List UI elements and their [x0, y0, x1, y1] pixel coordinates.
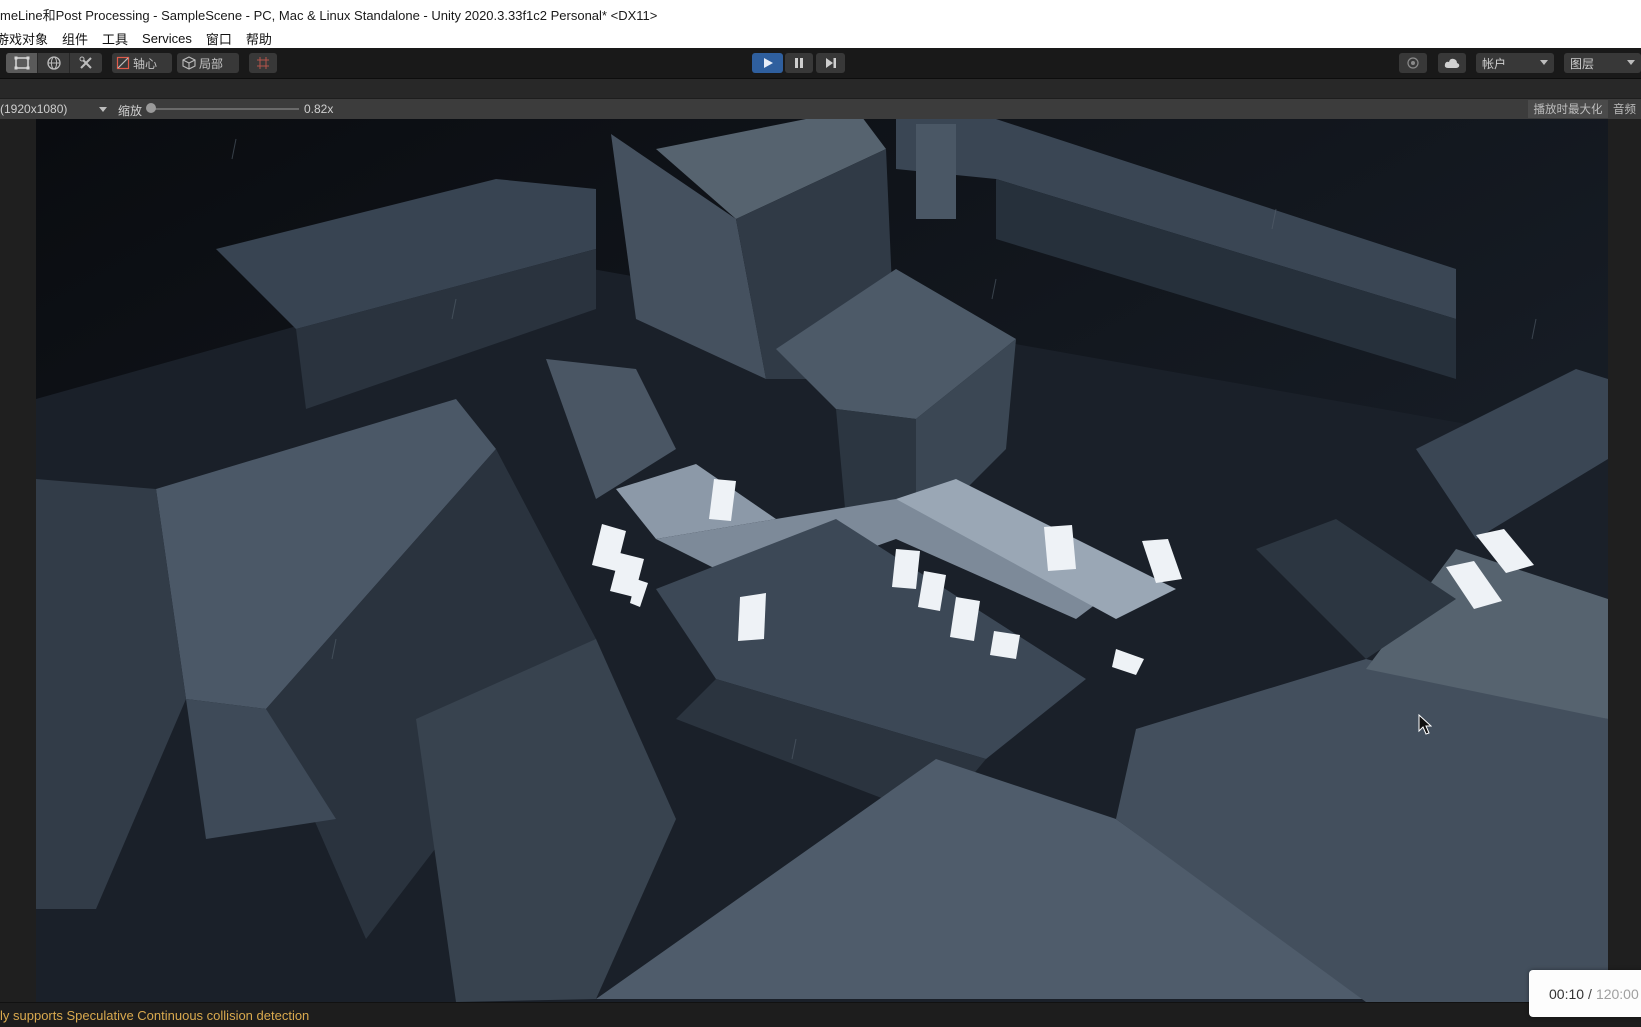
account-dropdown[interactable]: 帐户 — [1476, 53, 1554, 73]
timer-separator: / — [1588, 985, 1592, 1002]
play-icon — [763, 58, 773, 68]
menu-component[interactable]: 组件 — [62, 29, 96, 48]
game-render-view[interactable] — [36, 119, 1608, 1002]
wrench-icon — [79, 56, 92, 69]
local-toggle-button[interactable]: 局部 — [177, 53, 239, 73]
local-cube-icon — [182, 56, 196, 70]
menu-gameobject[interactable]: 游戏对象 — [0, 29, 56, 48]
window-title: meLine和Post Processing - SampleScene - P… — [0, 7, 658, 23]
chevron-down-icon — [1627, 60, 1635, 65]
account-label: 帐户 — [1482, 56, 1507, 71]
menu-tools[interactable]: 工具 — [102, 29, 136, 48]
resolution-dropdown[interactable]: (1920x1080) — [0, 99, 110, 119]
mute-audio-toggle[interactable]: 音频 — [1611, 100, 1641, 118]
scale-slider-track[interactable] — [151, 108, 299, 110]
recording-timer: 00:10 / 120:00 — [1529, 970, 1641, 1017]
collab-icon — [1407, 57, 1419, 69]
menu-services[interactable]: Services — [142, 31, 200, 46]
rect-tool-icon — [14, 56, 29, 70]
pause-button[interactable] — [785, 53, 813, 73]
play-button[interactable] — [752, 53, 783, 73]
cloud-button[interactable] — [1438, 53, 1466, 73]
resolution-label: (1920x1080) — [0, 102, 68, 116]
local-label: 局部 — [199, 56, 224, 71]
rect-tool-button[interactable] — [6, 53, 38, 73]
custom-tool-button[interactable] — [70, 53, 102, 73]
scale-slider-thumb[interactable] — [146, 103, 156, 113]
globe-transform-icon — [46, 56, 61, 70]
pivot-icon — [116, 56, 130, 70]
scale-value: 0.82x — [304, 102, 334, 116]
chevron-down-icon — [1540, 60, 1548, 65]
window-title-bar: meLine和Post Processing - SampleScene - P… — [0, 0, 1641, 28]
collab-button[interactable] — [1399, 53, 1427, 73]
game-scene-render — [36, 119, 1608, 1002]
transform-tools — [6, 53, 102, 73]
scale-label: 缩放 — [118, 104, 143, 118]
pivot-label: 轴心 — [133, 56, 158, 71]
chevron-down-icon — [99, 107, 107, 112]
main-toolbar: 轴心 局部 帐户 图层 — [0, 48, 1641, 79]
menu-window[interactable]: 窗口 — [206, 29, 240, 48]
step-button[interactable] — [816, 53, 845, 73]
maximize-on-play-label: 播放时最大化 — [1533, 104, 1603, 116]
transform-tool-button[interactable] — [38, 53, 70, 73]
layers-label: 图层 — [1570, 56, 1595, 71]
game-viewport-container — [0, 119, 1641, 1002]
layers-dropdown[interactable]: 图层 — [1564, 53, 1641, 73]
mouse-cursor-icon — [1418, 714, 1432, 735]
mute-audio-label: 音频 — [1613, 104, 1636, 116]
pivot-toggle-button[interactable]: 轴心 — [112, 53, 172, 73]
menu-help[interactable]: 帮助 — [246, 29, 280, 48]
pause-icon — [795, 58, 803, 68]
step-icon — [825, 58, 836, 68]
tab-strip — [0, 79, 1641, 98]
status-message: ly supports Speculative Continuous colli… — [0, 1007, 310, 1023]
maximize-on-play-toggle[interactable]: 播放时最大化 — [1528, 100, 1608, 118]
status-bar[interactable]: ly supports Speculative Continuous colli… — [0, 1002, 1641, 1027]
grid-snap-button[interactable] — [249, 53, 277, 73]
timer-current: 00:10 — [1549, 985, 1585, 1002]
grid-snap-icon — [257, 57, 269, 69]
cloud-icon — [1444, 58, 1460, 68]
game-view-toolbar: (1920x1080) 缩放 0.82x 播放时最大化 音频 — [0, 98, 1641, 120]
menu-bar: 游戏对象 组件 工具 Services 窗口 帮助 — [0, 28, 1641, 49]
timer-total: 120:00 — [1595, 985, 1639, 1002]
